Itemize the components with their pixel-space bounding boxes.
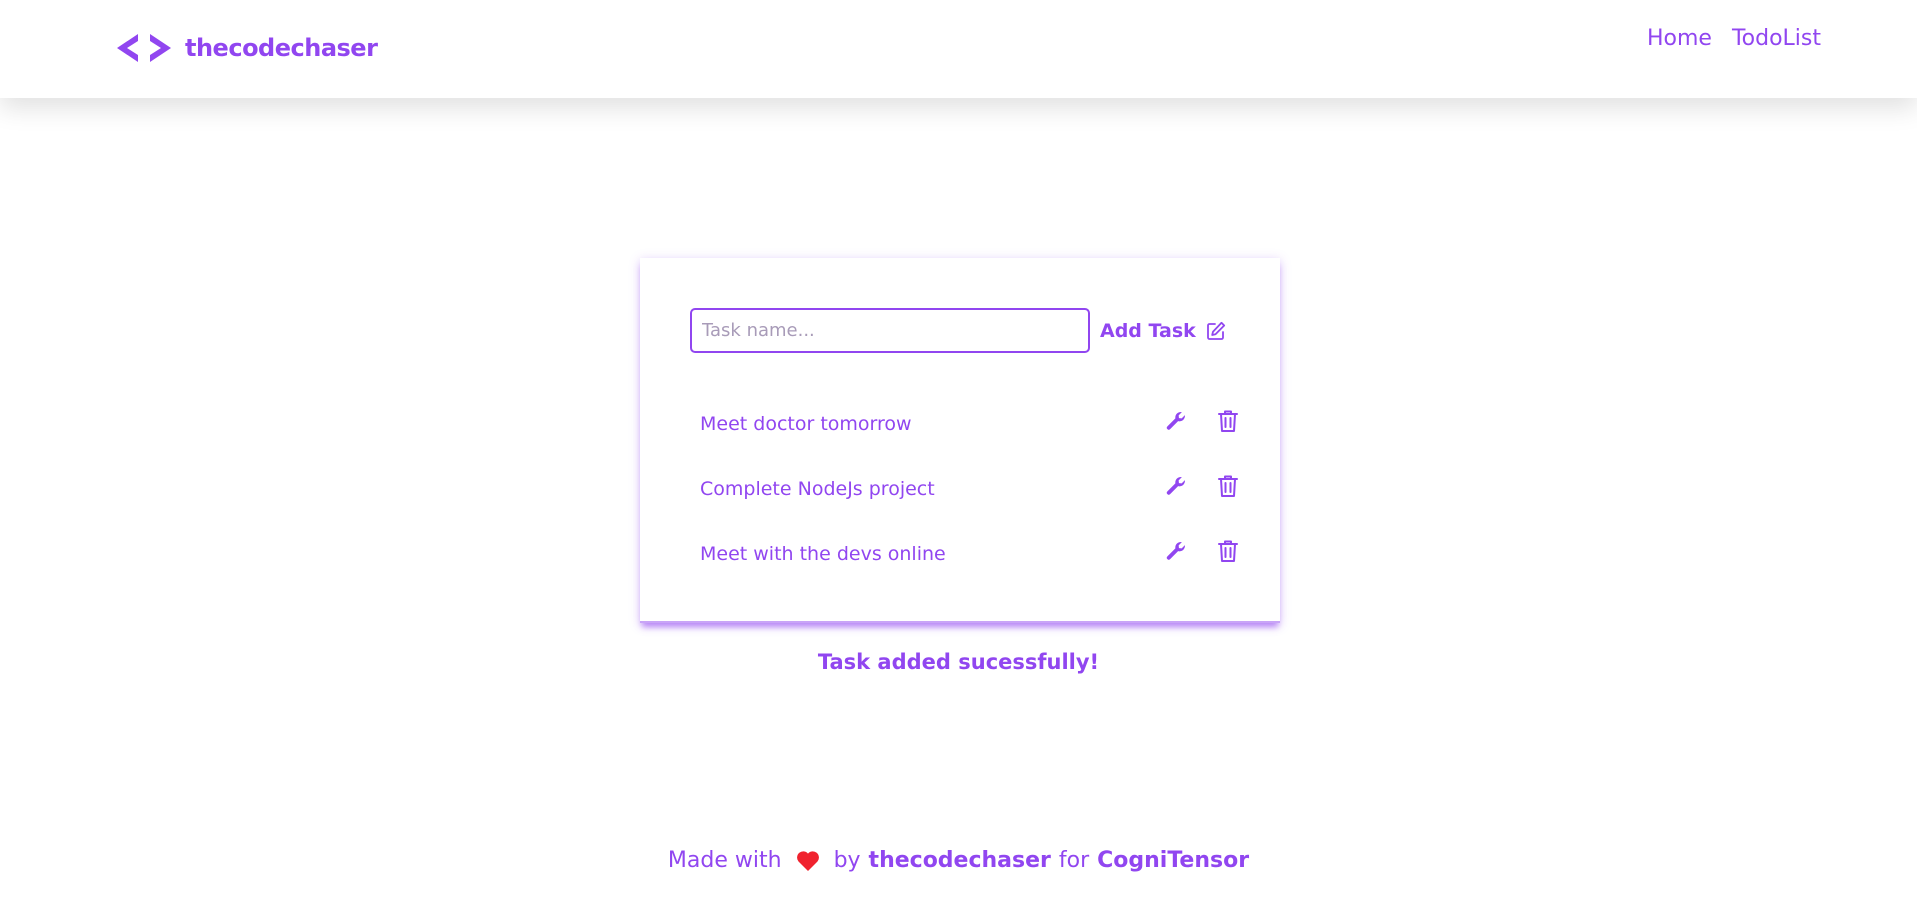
todo-card: Add Task Meet doctor tomorrow Com: [640, 258, 1280, 623]
edit-icon: [1206, 321, 1225, 340]
add-task-label: Add Task: [1100, 319, 1196, 342]
task-item: Meet doctor tomorrow: [700, 403, 1240, 468]
task-item: Complete NodeJs project: [700, 468, 1240, 533]
task-actions: [1164, 403, 1240, 435]
task-actions: [1164, 533, 1240, 565]
footer-for: for: [1058, 848, 1090, 873]
task-label: Complete NodeJs project: [700, 478, 935, 500]
code-brackets-icon: [117, 34, 171, 62]
status-message: Task added sucessfully!: [817, 650, 1100, 674]
add-task-button[interactable]: Add Task: [1100, 320, 1226, 342]
add-task-row: Add Task: [690, 308, 1226, 353]
brand-link[interactable]: thecodechaser: [113, 30, 378, 66]
task-label: Meet with the devs online: [700, 543, 946, 565]
footer-made-with: Made with: [667, 848, 782, 873]
trash-icon[interactable]: [1216, 407, 1240, 435]
footer-org-link[interactable]: CogniTensor: [1097, 848, 1249, 873]
task-actions: [1164, 468, 1240, 500]
footer: Made with by thecodechaser for CogniTens…: [0, 848, 1917, 873]
nav-link-home[interactable]: Home: [1647, 26, 1712, 51]
task-name-input[interactable]: [690, 308, 1090, 353]
trash-icon[interactable]: [1216, 537, 1240, 565]
task-list: Meet doctor tomorrow Complete NodeJs pro…: [700, 403, 1240, 598]
trash-icon[interactable]: [1216, 472, 1240, 500]
brand-name: thecodechaser: [185, 34, 378, 62]
task-label: Meet doctor tomorrow: [700, 413, 912, 435]
task-item: Meet with the devs online: [700, 533, 1240, 598]
nav-links: Home TodoList: [1647, 26, 1821, 51]
footer-author-link[interactable]: thecodechaser: [869, 848, 1051, 873]
footer-by: by: [833, 848, 861, 873]
navbar: thecodechaser Home TodoList: [0, 0, 1917, 98]
wrench-icon[interactable]: [1164, 472, 1188, 500]
wrench-icon[interactable]: [1164, 407, 1188, 435]
wrench-icon[interactable]: [1164, 537, 1188, 565]
nav-link-todolist[interactable]: TodoList: [1732, 26, 1821, 51]
heart-icon: [796, 850, 819, 871]
